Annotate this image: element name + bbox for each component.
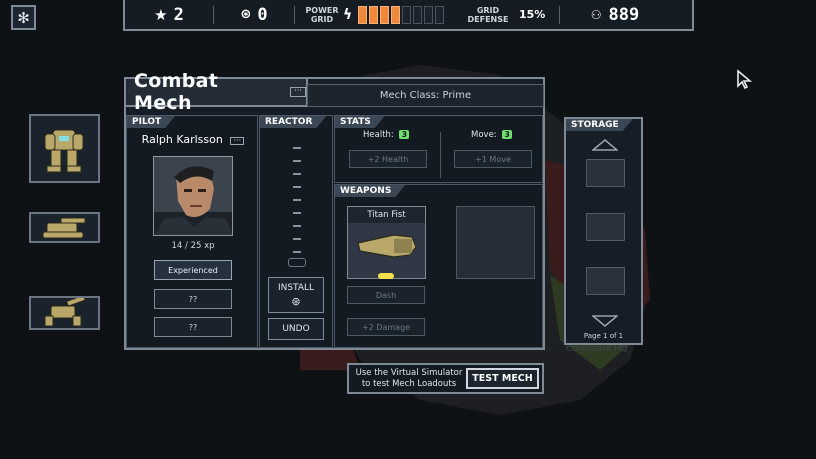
storage-slot[interactable] (586, 159, 625, 187)
mech-select-combat[interactable] (29, 114, 100, 183)
pilot-name: Ralph Karlsson (141, 133, 223, 146)
artillery-mech-icon (44, 294, 86, 327)
undo-button[interactable]: UNDO (268, 318, 324, 340)
reactor-power-tick (293, 251, 301, 253)
cannon-mech-icon (42, 217, 86, 239)
power-cell-filled (391, 5, 401, 24)
weapon-upgrade-damage[interactable]: +2 Damage (347, 318, 425, 336)
rename-mech-button[interactable]: ··· (290, 87, 306, 97)
weapon-card-titan-fist[interactable]: Titan Fist (347, 206, 426, 279)
grid-defense: GRID DEFENSE 15% (455, 0, 559, 29)
lightning-icon: ϟ (343, 6, 353, 23)
stars-value: 2 (173, 4, 184, 25)
power-cell-empty (424, 5, 434, 24)
reactor-power-tick (293, 147, 301, 149)
cores-icon: ⚇ (590, 7, 602, 22)
install-label: INSTALL (277, 282, 315, 293)
stats-section: STATS Health: 3 Move: 3 +2 Health +1 Mov… (334, 115, 543, 183)
stars-counter: ★ 2 (125, 0, 213, 29)
grid-defense-value: 15% (519, 8, 546, 21)
power-grid-bar (358, 5, 445, 24)
storage-slot[interactable] (586, 267, 625, 295)
health-stat: Health: 3 (363, 130, 410, 140)
weapon-name: Titan Fist (348, 207, 425, 223)
reactor-power-tick (293, 225, 301, 227)
weapons-section: WEAPONS Titan Fist Dash +2 Damage (334, 184, 543, 348)
star-icon: ★ (154, 5, 168, 24)
reactor-power-tick (293, 173, 301, 175)
test-mech-button[interactable]: TEST MECH (466, 368, 539, 389)
reactor-power-tick (293, 199, 301, 201)
map-label: Corporate HQ (566, 344, 628, 354)
mech-name: Combat Mech (134, 70, 219, 114)
reactor-power-tick (293, 212, 301, 214)
mech-title-bar: Combat Mech ··· (124, 70, 308, 114)
pilot-portrait (153, 156, 233, 236)
reactor-section: REACTOR INSTALL ⊛ UNDO (259, 115, 333, 348)
settings-gear-icon[interactable]: ✻ (11, 5, 36, 30)
pilot-header: PILOT (127, 116, 175, 128)
storage-up-arrow-icon[interactable] (592, 139, 618, 151)
weapon-upgrade-dash[interactable]: Dash (347, 286, 425, 304)
reactor-power-tick (293, 160, 301, 162)
reactor-header: REACTOR (260, 116, 326, 128)
power-cell-filled (358, 5, 368, 24)
weapon-charge-indicator (378, 273, 394, 279)
pilot-face (154, 157, 232, 235)
power-cell-empty (413, 5, 423, 24)
grid-defense-label: GRID DEFENSE (467, 5, 509, 24)
mech-class: Mech Class: Prime (307, 84, 544, 107)
move-label: Move: (471, 130, 497, 140)
resource-bar: ★ 2 ⊛ 0 POWER GRID ϟ GRID DEFENSE 15% ⚇ … (123, 0, 694, 31)
weapons-header: WEAPONS (335, 185, 405, 197)
cores-value: 889 (608, 4, 640, 25)
storage-panel: STORAGE Page 1 of 1 (564, 117, 643, 345)
power-cell-empty (435, 5, 445, 24)
mouse-cursor-icon (737, 69, 752, 89)
weapon-slot-empty[interactable] (456, 206, 535, 279)
reputation-value: 0 (257, 4, 268, 25)
power-grid: POWER GRID ϟ (295, 0, 455, 29)
stats-header: STATS (335, 116, 385, 128)
mech-select-artillery[interactable] (29, 294, 100, 330)
storage-slot[interactable] (586, 213, 625, 241)
pilot-section: PILOT Ralph Karlsson ··· 14 / 25 xp Expe… (126, 115, 258, 348)
rename-pilot-button[interactable]: ··· (230, 137, 245, 145)
power-cell-filled (369, 5, 379, 24)
pilot-skill-unknown-1[interactable]: ?? (154, 289, 232, 309)
reactor-power-tick (293, 238, 301, 240)
pilot-skill-experienced[interactable]: Experienced (154, 260, 232, 280)
storage-page: Page 1 of 1 (583, 332, 624, 340)
reputation-icon: ⊛ (240, 7, 252, 22)
reactor-core-icon: ⊛ (291, 294, 301, 308)
reputation-counter: ⊛ 0 (214, 0, 294, 29)
combat-mech-icon (44, 129, 84, 173)
health-label: Health: (363, 130, 394, 140)
storage-down-arrow-icon[interactable] (592, 315, 618, 327)
power-cell-filled (380, 5, 390, 24)
titan-fist-icon (357, 234, 417, 258)
power-cell-empty (402, 5, 412, 24)
health-upgrade-slot[interactable]: +2 Health (349, 150, 427, 168)
reactor-power-tick (293, 186, 301, 188)
health-value: 3 (399, 130, 410, 139)
power-grid-label: POWER GRID (305, 5, 339, 24)
simulator-panel: Use the Virtual Simulator to test Mech L… (347, 363, 544, 394)
pilot-name-row: Ralph Karlsson ··· (127, 133, 259, 146)
simulator-text: Use the Virtual Simulator to test Mech L… (355, 368, 463, 389)
move-value: 3 (502, 130, 512, 139)
storage-header: STORAGE (566, 119, 633, 131)
cores-counter: ⚇ 889 (560, 0, 670, 29)
install-button[interactable]: INSTALL ⊛ (268, 277, 324, 313)
move-stat: Move: 3 (471, 130, 512, 140)
mech-select-cannon[interactable] (29, 212, 100, 243)
pilot-skill-unknown-2[interactable]: ?? (154, 317, 232, 337)
reactor-slot-empty (288, 258, 306, 267)
stats-divider (440, 132, 441, 178)
move-upgrade-slot[interactable]: +1 Move (454, 150, 532, 168)
game-screen: Corporate HQ ✻ ★ 2 ⊛ 0 POWER GRID ϟ GRID… (0, 0, 816, 459)
pilot-xp: 14 / 25 xp (171, 241, 215, 251)
